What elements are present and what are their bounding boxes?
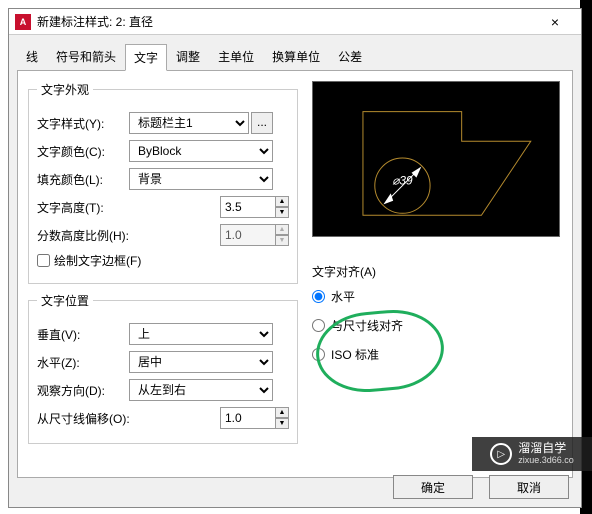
tab-bar: 线 符号和箭头 文字 调整 主单位 换算单位 公差 — [9, 35, 581, 70]
tab-panel-text: 文字外观 文字样式(Y): 标题栏主1 ... 文字颜色(C): ByBlock… — [17, 70, 573, 478]
input-text-height[interactable] — [220, 196, 276, 218]
tab-fit[interactable]: 调整 — [167, 43, 209, 70]
select-fill-color[interactable]: 背景 — [129, 168, 273, 190]
group-text-appearance: 文字外观 文字样式(Y): 标题栏主1 ... 文字颜色(C): ByBlock… — [28, 81, 298, 284]
svg-text:⌀39: ⌀39 — [392, 174, 413, 188]
group-text-position: 文字位置 垂直(V): 上 水平(Z): 居中 观察方向(D): 从左到右 — [28, 292, 298, 444]
tab-tol[interactable]: 公差 — [329, 43, 371, 70]
input-frac-scale — [220, 224, 276, 246]
select-view-dir[interactable]: 从左到右 — [129, 379, 273, 401]
select-horizontal[interactable]: 居中 — [129, 351, 273, 373]
frac-spin-up: ▲ — [275, 224, 289, 235]
label-frac-scale: 分数高度比例(H): — [37, 227, 147, 244]
watermark-brand: 溜溜自学 — [518, 442, 574, 454]
app-logo: A — [15, 14, 31, 30]
label-text-height: 文字高度(T): — [37, 199, 129, 216]
tab-alt[interactable]: 换算单位 — [263, 43, 329, 70]
legend-appearance: 文字外观 — [37, 81, 93, 98]
label-align-horizontal: 水平 — [331, 288, 355, 305]
textstyle-browse-button[interactable]: ... — [251, 112, 273, 134]
label-offset: 从尺寸线偏移(O): — [37, 410, 147, 427]
radio-align-dimline[interactable] — [312, 319, 325, 332]
tab-arrows[interactable]: 符号和箭头 — [47, 43, 125, 70]
label-view-dir: 观察方向(D): — [37, 382, 129, 399]
close-button[interactable]: × — [535, 14, 575, 30]
height-spin-down[interactable]: ▼ — [275, 207, 289, 218]
checkbox-draw-frame[interactable] — [37, 254, 50, 267]
tab-text[interactable]: 文字 — [125, 44, 167, 71]
dimension-preview: ⌀39 — [312, 81, 560, 237]
dialog-window: A 新建标注样式: 2: 直径 × 线 符号和箭头 文字 调整 主单位 换算单位… — [8, 8, 582, 508]
label-draw-frame: 绘制文字边框(F) — [54, 252, 141, 269]
label-horizontal: 水平(Z): — [37, 354, 129, 371]
select-vertical[interactable]: 上 — [129, 323, 273, 345]
label-vertical: 垂直(V): — [37, 326, 129, 343]
label-fill-color: 填充颜色(L): — [37, 171, 129, 188]
frac-spin-down: ▼ — [275, 235, 289, 246]
window-title: 新建标注样式: 2: 直径 — [37, 13, 535, 30]
label-text-style: 文字样式(Y): — [37, 115, 129, 132]
select-text-style[interactable]: 标题栏主1 — [129, 112, 249, 134]
watermark: ▷ 溜溜自学 zixue.3d66.co — [472, 437, 592, 471]
radio-align-iso[interactable] — [312, 348, 325, 361]
height-spin-up[interactable]: ▲ — [275, 196, 289, 207]
ok-button[interactable]: 确定 — [393, 475, 473, 499]
tab-primary[interactable]: 主单位 — [209, 43, 263, 70]
watermark-url: zixue.3d66.co — [518, 454, 574, 466]
label-align-dimline: 与尺寸线对齐 — [331, 317, 403, 334]
offset-spin-up[interactable]: ▲ — [275, 407, 289, 418]
legend-position: 文字位置 — [37, 292, 93, 309]
offset-spin-down[interactable]: ▼ — [275, 418, 289, 429]
cancel-button[interactable]: 取消 — [489, 475, 569, 499]
input-offset[interactable] — [220, 407, 276, 429]
select-text-color[interactable]: ByBlock — [129, 140, 273, 162]
legend-align: 文字对齐(A) — [312, 263, 562, 280]
play-icon: ▷ — [490, 443, 512, 465]
label-align-iso: ISO 标准 — [331, 346, 379, 363]
titlebar: A 新建标注样式: 2: 直径 × — [9, 9, 581, 35]
label-text-color: 文字颜色(C): — [37, 143, 129, 160]
radio-align-horizontal[interactable] — [312, 290, 325, 303]
tab-line[interactable]: 线 — [17, 43, 47, 70]
